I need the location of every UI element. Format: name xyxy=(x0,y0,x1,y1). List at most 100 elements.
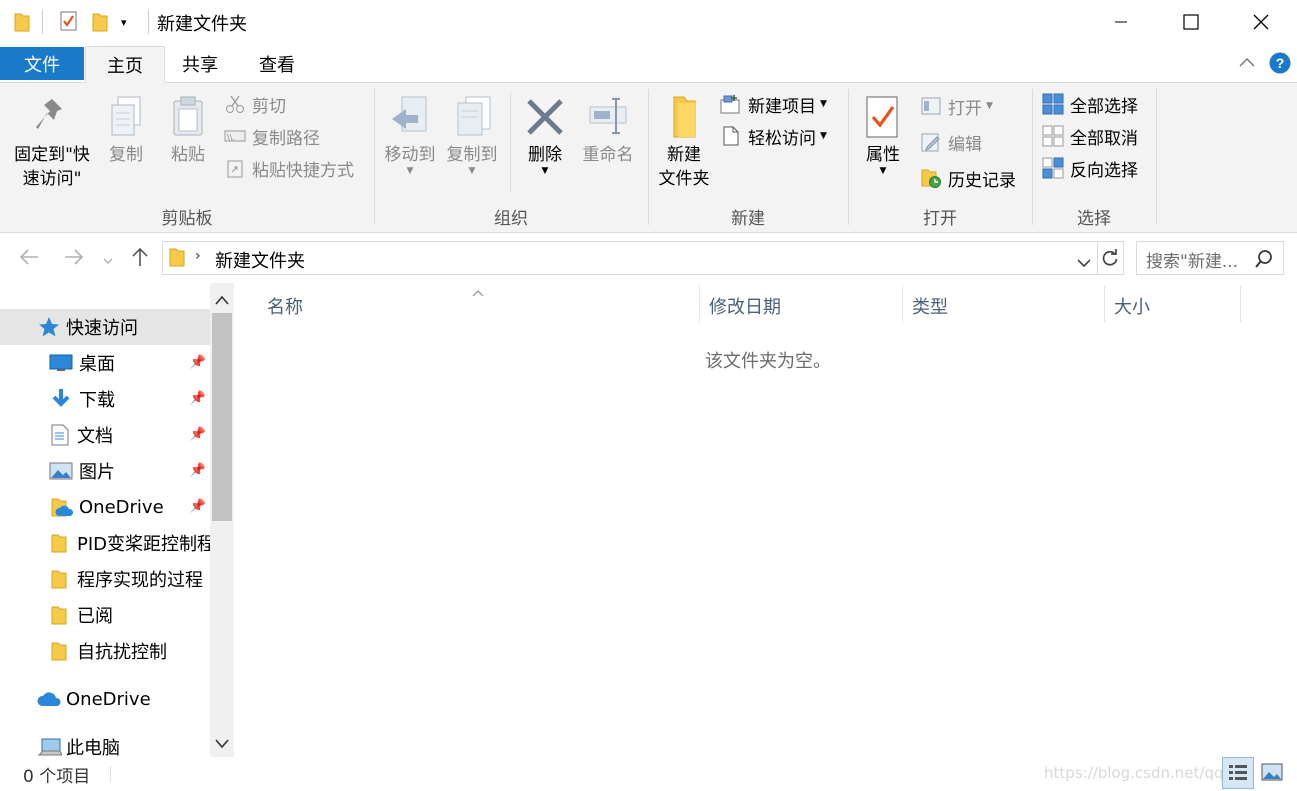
customize-quick-access-icon[interactable]: ▾ xyxy=(121,16,127,29)
invert-selection-label: 反向选择 xyxy=(1070,160,1138,181)
large-icons-view-icon xyxy=(1261,763,1283,781)
tab-home[interactable]: 主页 xyxy=(85,46,165,83)
search-input[interactable]: 搜索"新建... xyxy=(1136,241,1284,275)
pin-icon[interactable]: 📌 xyxy=(190,499,206,514)
navigation-bar: › 新建文件夹 搜索"新建... xyxy=(0,233,1297,283)
svg-text:?: ? xyxy=(1276,55,1285,71)
nav-item-label: PID变桨距控制程 xyxy=(77,534,210,555)
move-to-button[interactable]: 移动到 ▼ xyxy=(380,95,440,176)
column-header-type[interactable]: 类型 xyxy=(912,293,948,319)
nav-item-folder[interactable]: 程序实现的过程 xyxy=(0,561,210,597)
close-button[interactable] xyxy=(1226,0,1296,44)
folder-icon xyxy=(51,641,67,661)
svg-text:\\.: \\. xyxy=(227,133,235,142)
maximize-button[interactable] xyxy=(1156,0,1226,44)
help-icon[interactable]: ? xyxy=(1269,52,1291,78)
search-placeholder: 搜索"新建... xyxy=(1146,252,1239,272)
back-arrow-icon[interactable] xyxy=(18,246,40,273)
download-icon xyxy=(51,388,71,410)
open-group-label: 打开 xyxy=(923,209,957,229)
search-icon[interactable] xyxy=(1254,249,1274,273)
breadcrumb-separator-icon[interactable]: › xyxy=(195,248,201,264)
nav-item-folder[interactable]: PID变桨距控制程 xyxy=(0,525,210,561)
new-folder-button[interactable]: 新建 文件夹 xyxy=(654,95,714,191)
rename-icon xyxy=(589,98,627,134)
column-header-size[interactable]: 大小 xyxy=(1114,293,1150,319)
pin-icon[interactable]: 📌 xyxy=(190,463,206,478)
minimize-button[interactable] xyxy=(1086,0,1156,44)
pin-icon[interactable]: 📌 xyxy=(190,391,206,406)
history-icon xyxy=(920,167,942,189)
file-list[interactable]: 名称 修改日期 类型 大小 该文件夹为空。 xyxy=(236,283,1297,757)
column-divider[interactable] xyxy=(1240,285,1241,323)
navigation-pane: 快速访问 桌面 📌 下载 📌 文档 📌 图片 📌 OneDrive 📌 PID变… xyxy=(0,283,236,759)
select-none-button[interactable]: 全部取消 xyxy=(1042,121,1138,151)
move-to-label: 移动到 xyxy=(384,145,436,165)
column-divider[interactable] xyxy=(1104,285,1105,323)
edit-button[interactable]: 编辑 xyxy=(920,127,982,157)
new-item-button[interactable]: 新建项目 ▼ xyxy=(720,89,827,119)
forward-arrow-icon[interactable] xyxy=(63,246,85,273)
copy-path-label: 复制路径 xyxy=(252,128,320,149)
breadcrumb[interactable]: 新建文件夹 xyxy=(215,247,305,273)
column-header-name[interactable]: 名称 xyxy=(267,293,303,319)
nav-scrollbar-thumb[interactable] xyxy=(212,313,232,521)
divider xyxy=(110,766,111,782)
star-icon xyxy=(38,316,60,338)
easy-access-button[interactable]: 轻松访问 ▼ xyxy=(720,121,827,151)
pin-icon[interactable]: 📌 xyxy=(190,427,206,442)
column-divider[interactable] xyxy=(902,285,903,323)
paste-label: 粘贴 xyxy=(171,145,205,165)
rename-button[interactable]: 重命名 xyxy=(578,95,638,167)
edit-label: 编辑 xyxy=(948,134,982,155)
copy-path-button[interactable]: \\. 复制路径 xyxy=(224,121,320,151)
dropdown-arrow-icon: ▼ xyxy=(820,99,827,109)
large-icons-view-button[interactable] xyxy=(1258,760,1286,784)
refresh-button[interactable] xyxy=(1097,241,1124,275)
nav-item-documents[interactable]: 文档 📌 xyxy=(0,417,210,453)
computer-icon xyxy=(38,737,62,757)
rename-label: 重命名 xyxy=(582,145,634,165)
history-button[interactable]: 历史记录 xyxy=(920,163,1016,193)
details-view-button[interactable] xyxy=(1222,757,1254,789)
nav-item-folder[interactable]: 已阅 xyxy=(0,597,210,633)
paste-shortcut-label: 粘贴快捷方式 xyxy=(252,160,354,181)
delete-label: 删除 xyxy=(528,145,562,165)
nav-item-folder[interactable]: 自抗扰控制 xyxy=(0,633,210,669)
address-dropdown-icon[interactable] xyxy=(1077,253,1091,272)
pin-icon[interactable]: 📌 xyxy=(190,355,206,370)
new-item-icon xyxy=(720,93,742,115)
copy-to-button[interactable]: 复制到 ▼ xyxy=(442,95,502,176)
pin-quick-access-button[interactable]: 固定到"快 速访问" xyxy=(8,95,96,191)
select-all-label: 全部选择 xyxy=(1070,96,1138,117)
select-all-button[interactable]: 全部选择 xyxy=(1042,89,1138,119)
nav-item-quick-access[interactable]: 快速访问 xyxy=(0,309,210,345)
scroll-up-icon[interactable] xyxy=(214,291,230,310)
tab-file[interactable]: 文件 xyxy=(0,47,84,80)
scroll-down-icon[interactable] xyxy=(214,735,230,754)
open-button[interactable]: 打开 ▼ xyxy=(920,91,993,121)
cut-button[interactable]: 剪切 xyxy=(224,89,286,119)
address-bar[interactable]: › 新建文件夹 xyxy=(162,241,1098,275)
nav-item-onedrive-folder[interactable]: OneDrive 📌 xyxy=(0,489,210,525)
tab-share[interactable]: 共享 xyxy=(163,46,237,82)
paste-shortcut-button[interactable]: 粘贴快捷方式 xyxy=(224,153,354,183)
properties-button[interactable]: 属性 ▼ xyxy=(856,95,910,176)
nav-item-desktop[interactable]: 桌面 📌 xyxy=(0,345,210,381)
nav-item-onedrive[interactable]: OneDrive xyxy=(0,681,210,717)
properties-icon xyxy=(866,96,898,138)
nav-item-pictures[interactable]: 图片 📌 xyxy=(0,453,210,489)
invert-selection-button[interactable]: 反向选择 xyxy=(1042,153,1138,183)
tab-view[interactable]: 查看 xyxy=(240,46,314,82)
paste-button[interactable]: 粘贴 xyxy=(162,95,214,167)
column-divider[interactable] xyxy=(699,285,700,323)
recent-locations-chevron-icon[interactable] xyxy=(102,251,114,270)
up-arrow-icon[interactable] xyxy=(129,246,151,273)
nav-item-downloads[interactable]: 下载 📌 xyxy=(0,381,210,417)
collapse-ribbon-icon[interactable] xyxy=(1238,54,1256,73)
column-header-modified[interactable]: 修改日期 xyxy=(709,293,781,319)
properties-quick-icon[interactable] xyxy=(59,10,79,36)
copy-button[interactable]: 复制 xyxy=(100,95,152,167)
new-folder-quick-icon[interactable] xyxy=(92,12,108,36)
delete-button[interactable]: 删除 ▼ xyxy=(518,95,572,176)
